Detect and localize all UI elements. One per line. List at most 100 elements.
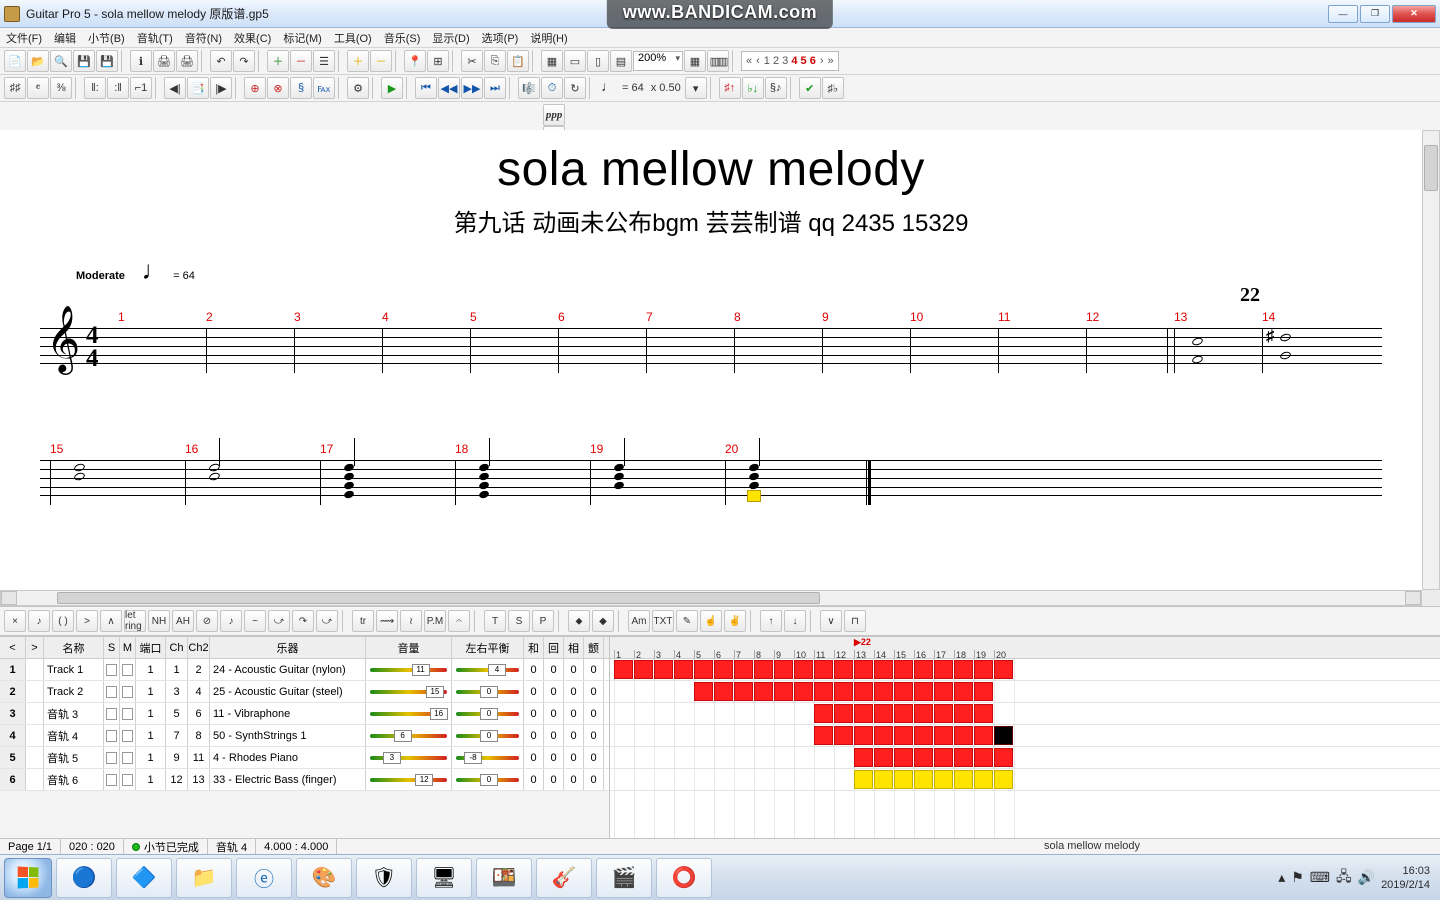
timeline-cell[interactable] bbox=[674, 660, 693, 679]
effect-button[interactable]: AH bbox=[172, 610, 194, 632]
tray-ime-icon[interactable]: ⌨ bbox=[1310, 869, 1330, 886]
timeline-cell[interactable] bbox=[974, 748, 993, 767]
page-next-icon[interactable]: › bbox=[820, 55, 824, 67]
effect-button[interactable]: × bbox=[4, 610, 26, 632]
timeline-cell[interactable] bbox=[714, 660, 733, 679]
timeline-cell[interactable] bbox=[834, 682, 853, 701]
tuning-button[interactable]: §♪ bbox=[765, 77, 787, 99]
task-baidu[interactable]: 🔷 bbox=[116, 858, 172, 898]
menu-item[interactable]: 显示(D) bbox=[432, 30, 469, 46]
undo-button[interactable]: ↶ bbox=[210, 50, 232, 72]
staff-row-1[interactable]: 𝄞 44 22 1234567891011121314♯ bbox=[40, 314, 1382, 386]
effect-button[interactable]: NH bbox=[148, 610, 170, 632]
timeline-cell[interactable] bbox=[894, 704, 913, 723]
score-area[interactable]: sola mellow melody 第九话 动画未公布bgm 芸芸制谱 qq … bbox=[0, 130, 1422, 590]
timeline-cell[interactable] bbox=[954, 682, 973, 701]
timeline-cell[interactable] bbox=[994, 660, 1013, 679]
effect-button[interactable]: ⊓ bbox=[844, 610, 866, 632]
menu-item[interactable]: 音乐(S) bbox=[384, 30, 421, 46]
marker-list-button[interactable]: 📑 bbox=[187, 77, 209, 99]
menu-item[interactable]: 选项(P) bbox=[482, 30, 519, 46]
effect-button[interactable]: ✌ bbox=[724, 610, 746, 632]
timeline-cell[interactable] bbox=[634, 660, 653, 679]
zoom-combo[interactable]: 200% bbox=[633, 51, 683, 71]
timeline-cell[interactable] bbox=[994, 748, 1013, 767]
task-app1[interactable]: 🎨 bbox=[296, 858, 352, 898]
transpose-down-button[interactable]: ♭↓ bbox=[742, 77, 764, 99]
timeline-cell[interactable] bbox=[934, 726, 953, 745]
timeline-cell[interactable] bbox=[714, 682, 733, 701]
timeline-cell[interactable] bbox=[954, 704, 973, 723]
timeline-cell[interactable] bbox=[954, 660, 973, 679]
timeline[interactable]: 1234567891011121314151617181920▶22 bbox=[610, 637, 1440, 838]
sound-button[interactable]: ♯♭ bbox=[822, 77, 844, 99]
pager-num[interactable]: 2 bbox=[773, 55, 782, 67]
effect-button[interactable]: 𝄐 bbox=[448, 610, 470, 632]
timeline-cell[interactable] bbox=[934, 660, 953, 679]
repeat-open-button[interactable]: ‖: bbox=[84, 77, 106, 99]
timeline-cell[interactable] bbox=[894, 748, 913, 767]
tray-flag-icon[interactable]: ⚑ bbox=[1291, 869, 1304, 886]
effect-button[interactable]: ∨ bbox=[820, 610, 842, 632]
timeline-row[interactable] bbox=[610, 681, 1440, 703]
effect-button[interactable]: T bbox=[484, 610, 506, 632]
last-button[interactable]: ⏭ bbox=[484, 77, 506, 99]
timeline-cell[interactable] bbox=[954, 726, 973, 745]
timeline-cell[interactable] bbox=[874, 704, 893, 723]
track-row[interactable]: 6音轨 6 11213 33 - Electric Bass (finger) … bbox=[0, 769, 609, 791]
del-track-button[interactable]: － bbox=[290, 50, 312, 72]
effect-button[interactable]: tr bbox=[352, 610, 374, 632]
effect-button[interactable]: S bbox=[508, 610, 530, 632]
timeline-row[interactable] bbox=[610, 725, 1440, 747]
timeline-cell[interactable] bbox=[814, 660, 833, 679]
timeline-cell[interactable] bbox=[974, 704, 993, 723]
task-app2[interactable]: 🛡 bbox=[356, 858, 412, 898]
menu-item[interactable]: 编辑 bbox=[54, 30, 76, 46]
timeline-cell[interactable] bbox=[934, 748, 953, 767]
task-app3[interactable]: 🖥 bbox=[416, 858, 472, 898]
track-row[interactable]: 2Track 2 134 25 - Acoustic Guitar (steel… bbox=[0, 681, 609, 703]
timeline-cell[interactable] bbox=[914, 770, 933, 789]
effect-button[interactable]: ✎ bbox=[676, 610, 698, 632]
timeline-cell[interactable] bbox=[974, 726, 993, 745]
task-explorer[interactable]: 📁 bbox=[176, 858, 232, 898]
timeline-cell[interactable] bbox=[934, 704, 953, 723]
pager-num[interactable]: 6 bbox=[810, 55, 816, 67]
timeline-cell[interactable] bbox=[834, 660, 853, 679]
loop-button[interactable]: ↻ bbox=[564, 77, 586, 99]
copy-button[interactable]: ⎘ bbox=[484, 50, 506, 72]
timeline-cell[interactable] bbox=[894, 660, 913, 679]
timeline-cell[interactable] bbox=[814, 704, 833, 723]
timeline-cell[interactable] bbox=[914, 748, 933, 767]
menu-item[interactable]: 小节(B) bbox=[88, 30, 125, 46]
nav-left-button[interactable]: < bbox=[0, 637, 26, 658]
next-marker-button[interactable]: |▶ bbox=[210, 77, 232, 99]
timeline-cell[interactable] bbox=[854, 704, 873, 723]
open-button[interactable]: 📂 bbox=[27, 50, 49, 72]
effect-button[interactable]: ∧ bbox=[100, 610, 122, 632]
pager-num[interactable]: 1 bbox=[764, 55, 773, 67]
timeline-cell[interactable] bbox=[694, 682, 713, 701]
timeline-cell[interactable] bbox=[974, 770, 993, 789]
page-prev-icon[interactable]: ‹ bbox=[756, 55, 760, 67]
timeline-row[interactable] bbox=[610, 703, 1440, 725]
menu-item[interactable]: 音轨(T) bbox=[137, 30, 173, 46]
keysig-button[interactable]: ♯♯ bbox=[4, 77, 26, 99]
view3-button[interactable]: ▤ bbox=[610, 50, 632, 72]
timeline-cell[interactable] bbox=[754, 660, 773, 679]
timeline-row[interactable] bbox=[610, 747, 1440, 769]
start-button[interactable] bbox=[4, 858, 52, 898]
effect-button[interactable]: ↷ bbox=[292, 610, 314, 632]
browse-button[interactable]: 🔍 bbox=[50, 50, 72, 72]
tray-up-icon[interactable]: ▴ bbox=[1278, 869, 1285, 886]
task-sogou[interactable]: 🔵 bbox=[56, 858, 112, 898]
effect-button[interactable]: P.M bbox=[424, 610, 446, 632]
effect-button[interactable]: Am bbox=[628, 610, 650, 632]
pager-num[interactable]: 5 bbox=[801, 55, 810, 67]
effect-button[interactable]: ⤻ bbox=[268, 610, 290, 632]
track-row[interactable]: 4音轨 4 178 50 - SynthStrings 1 6 0 0000 bbox=[0, 725, 609, 747]
timeline-cell[interactable] bbox=[854, 660, 873, 679]
fretboard-button[interactable]: ▦ bbox=[684, 50, 706, 72]
add-bar-button[interactable]: ＋ bbox=[347, 50, 369, 72]
score-info-button[interactable]: ℹ bbox=[130, 50, 152, 72]
